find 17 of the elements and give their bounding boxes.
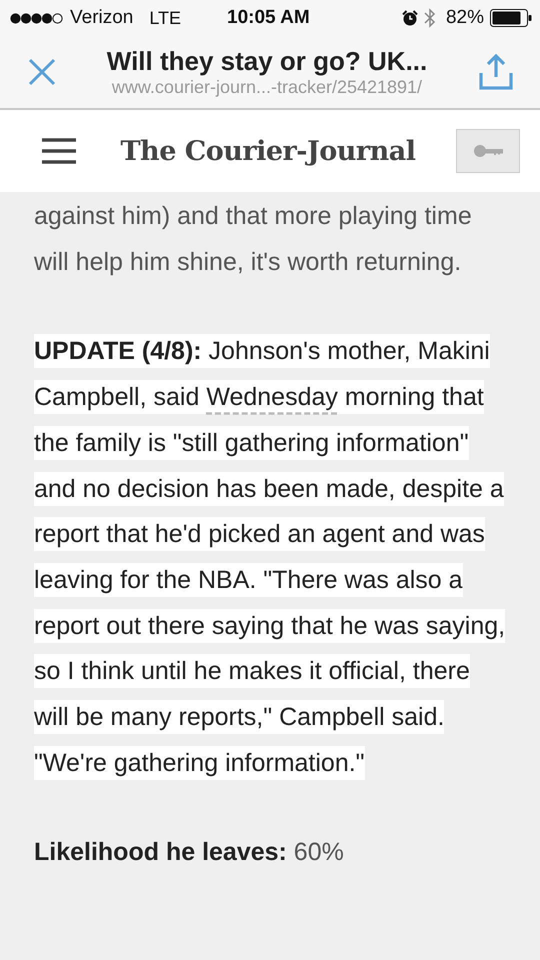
date-link[interactable]: Wednesday xyxy=(206,383,338,412)
share-icon xyxy=(478,53,514,91)
close-icon xyxy=(28,58,56,86)
battery-percent: 82% xyxy=(446,7,484,29)
battery-icon xyxy=(490,9,532,27)
login-button[interactable] xyxy=(456,129,520,173)
alarm-icon xyxy=(402,10,418,26)
clock-time: 10:05 AM xyxy=(227,7,310,29)
menu-icon xyxy=(42,138,76,164)
page-title: Will they stay or go? UK... xyxy=(106,46,428,77)
bluetooth-icon xyxy=(424,8,436,28)
key-icon xyxy=(472,144,503,158)
article-paragraph: Likelihood he leaves: 60% xyxy=(34,837,345,868)
network-type: LTE xyxy=(149,8,182,28)
carrier-name: Verizon xyxy=(70,7,134,29)
signal-icon xyxy=(10,12,64,24)
article-paragraph: against him) and that more playing time will help him shine, it's worth returning. xyxy=(34,201,473,278)
